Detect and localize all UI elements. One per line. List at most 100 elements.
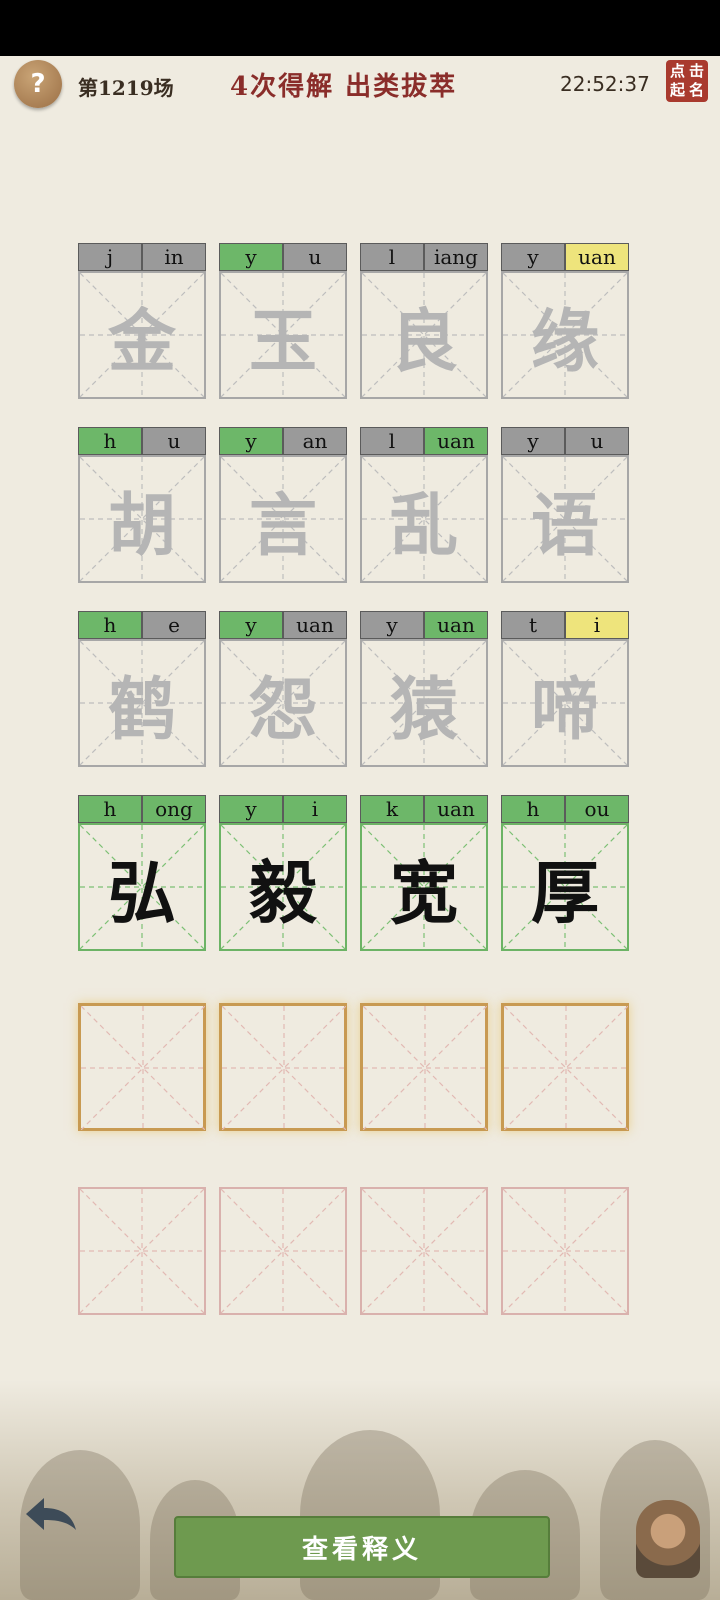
input-cell[interactable] [78, 1003, 206, 1131]
pinyin-final: uan [283, 611, 347, 639]
hanzi-char: 弘 [107, 853, 176, 934]
pinyin-final: u [142, 427, 206, 455]
pinyin-initial: l [360, 243, 424, 271]
char-box: 啼 [501, 639, 629, 767]
hanzi-char: 鹤 [107, 669, 176, 750]
char-box: 宽 [360, 823, 488, 951]
pinyin-initial: k [360, 795, 424, 823]
clock: 22:52:37 [560, 72, 650, 96]
char-box: 厚 [501, 823, 629, 951]
char-cell: y uan 猿 [360, 611, 488, 767]
name-seal-button[interactable]: 点击起名 [666, 60, 708, 102]
question-icon: ? [30, 69, 46, 99]
grid-guides [363, 1006, 487, 1130]
pinyin-initial: y [501, 243, 565, 271]
pinyin-initial: y [360, 611, 424, 639]
pinyin-final: uan [424, 427, 488, 455]
pinyin-bar: yu [501, 427, 629, 455]
view-meaning-button[interactable]: 查看释义 [174, 1516, 550, 1578]
char-input-box[interactable] [501, 1003, 629, 1131]
char-box: 乱 [360, 455, 488, 583]
pinyin-bar: hu [78, 427, 206, 455]
hanzi-char: 胡 [107, 485, 176, 566]
pinyin-final: e [142, 611, 206, 639]
pinyin-final: uan [424, 795, 488, 823]
pinyin-bar: ti [501, 611, 629, 639]
back-arrow-icon[interactable] [22, 1490, 80, 1538]
char-box: 玉 [219, 271, 347, 399]
char-box: 鹤 [78, 639, 206, 767]
hanzi-char: 金 [107, 301, 176, 382]
input-cell[interactable] [360, 1003, 488, 1131]
input-cell [78, 1187, 206, 1315]
char-cell: yi 毅 [219, 795, 347, 951]
char-input-box[interactable] [219, 1003, 347, 1131]
char-cell: h ou 厚 [501, 795, 629, 951]
seal-char: 起 [669, 81, 685, 99]
char-cell: y an 言 [219, 427, 347, 583]
pinyin-initial: y [219, 611, 283, 639]
char-box: 弘 [78, 823, 206, 951]
pinyin-final: uan [424, 611, 488, 639]
pinyin-bar: yu [219, 243, 347, 271]
grid-guides [362, 1189, 486, 1313]
char-cell: y uan 缘 [501, 243, 629, 399]
hanzi-char: 毅 [248, 853, 317, 934]
grid-guides [222, 1006, 346, 1130]
pinyin-initial: h [78, 795, 142, 823]
pinyin-bar: y uan [219, 611, 347, 639]
char-input-box [78, 1187, 206, 1315]
char-box: 毅 [219, 823, 347, 951]
input-cell[interactable] [219, 1003, 347, 1131]
char-box: 胡 [78, 455, 206, 583]
scholar-avatar[interactable] [636, 1500, 700, 1578]
pinyin-initial: h [501, 795, 565, 823]
input-cell[interactable] [501, 1003, 629, 1131]
pinyin-initial: h [78, 611, 142, 639]
char-cell: j in 金 [78, 243, 206, 399]
hanzi-char: 语 [530, 485, 599, 566]
pinyin-final: uan [565, 243, 629, 271]
char-input-box [219, 1187, 347, 1315]
pinyin-bar: y an [219, 427, 347, 455]
char-cell: l iang 良 [360, 243, 488, 399]
char-cell: he 鹤 [78, 611, 206, 767]
grid-guides [81, 1006, 205, 1130]
char-input-box[interactable] [78, 1003, 206, 1131]
pinyin-bar: h ou [501, 795, 629, 823]
char-cell: l uan 乱 [360, 427, 488, 583]
char-cell: yu 玉 [219, 243, 347, 399]
char-cell: y uan 怨 [219, 611, 347, 767]
seal-char: 名 [688, 81, 704, 99]
seal-char: 点 [669, 62, 685, 80]
input-cell [501, 1187, 629, 1315]
seal-char: 击 [688, 62, 704, 80]
pinyin-initial: y [501, 427, 565, 455]
grid-guides [503, 1189, 627, 1313]
hanzi-char: 言 [248, 485, 317, 566]
char-box: 金 [78, 271, 206, 399]
char-cell: ti 啼 [501, 611, 629, 767]
pinyin-bar: y uan [360, 611, 488, 639]
char-cell: hu 胡 [78, 427, 206, 583]
help-button[interactable]: ? [14, 60, 62, 108]
pinyin-initial: j [78, 243, 142, 271]
pinyin-final: i [565, 611, 629, 639]
char-box: 言 [219, 455, 347, 583]
pinyin-initial: y [219, 795, 283, 823]
hanzi-char: 猿 [389, 669, 458, 750]
pinyin-final: i [283, 795, 347, 823]
pinyin-final: u [283, 243, 347, 271]
pinyin-bar: l iang [360, 243, 488, 271]
char-box: 缘 [501, 271, 629, 399]
input-cell [360, 1187, 488, 1315]
pinyin-final: ong [142, 795, 206, 823]
input-cell [219, 1187, 347, 1315]
header: ? 第1219场 4次得解 出类拔萃 22:52:37 点击起名 [0, 56, 720, 116]
pinyin-final: iang [424, 243, 488, 271]
char-input-box[interactable] [360, 1003, 488, 1131]
char-box: 语 [501, 455, 629, 583]
char-box: 怨 [219, 639, 347, 767]
pinyin-bar: he [78, 611, 206, 639]
result-title: 4次得解 出类拔萃 [230, 72, 458, 102]
